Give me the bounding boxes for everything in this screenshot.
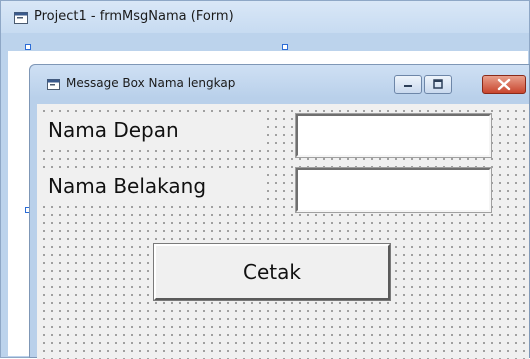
first-name-input[interactable] bbox=[295, 113, 492, 158]
close-button[interactable] bbox=[482, 75, 526, 94]
minimize-button[interactable] bbox=[394, 75, 422, 94]
form-icon bbox=[14, 12, 28, 24]
designer-titlebar[interactable]: Project1 - frmMsgNama (Form) bbox=[1, 1, 529, 33]
minimize-icon bbox=[404, 85, 412, 87]
form-title: Message Box Nama lengkap bbox=[66, 76, 236, 90]
designer-title: Project1 - frmMsgNama (Form) bbox=[34, 9, 234, 24]
form-window[interactable]: Message Box Nama lengkap Nama Depan Nama… bbox=[29, 64, 530, 359]
resize-handle-top-left[interactable] bbox=[25, 44, 31, 50]
form-client-area[interactable]: Nama Depan Nama Belakang Cetak bbox=[37, 104, 529, 359]
close-icon bbox=[497, 78, 511, 91]
form-icon bbox=[47, 79, 60, 90]
last-name-label: Nama Belakang bbox=[37, 170, 267, 202]
maximize-icon bbox=[433, 79, 443, 89]
form-titlebar[interactable]: Message Box Nama lengkap bbox=[30, 65, 529, 98]
last-name-input[interactable] bbox=[295, 167, 492, 213]
first-name-label: Nama Depan bbox=[37, 114, 267, 146]
resize-handle-top[interactable] bbox=[282, 44, 288, 50]
maximize-button[interactable] bbox=[424, 75, 452, 94]
print-button[interactable]: Cetak bbox=[153, 243, 391, 301]
